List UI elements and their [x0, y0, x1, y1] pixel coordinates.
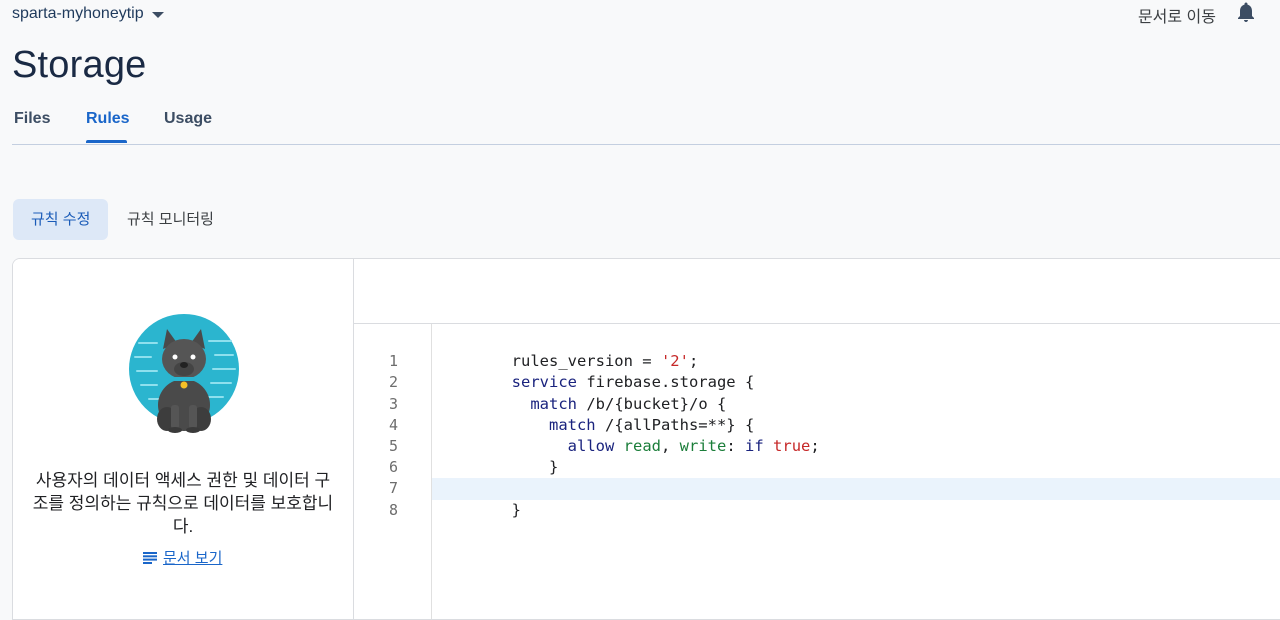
dog-mascot-illustration: [129, 314, 239, 433]
line-number: 1: [388, 352, 398, 371]
code-line: 5 allow read, write: if true;: [389, 415, 1280, 455]
code-line: 3 match /b/{bucket}/o {: [389, 372, 1280, 413]
code-line-current: 8}: [389, 478, 1280, 519]
code-line: 1 rules_version = '2';: [389, 330, 1280, 370]
tab-bar: Files Rules Usage: [12, 100, 1280, 145]
editor-toolbar: [354, 259, 1280, 324]
code-line: 2 service firebase.storage {: [389, 351, 1280, 391]
line-number: 5: [388, 436, 398, 455]
code-area[interactable]: 1 rules_version = '2'; 2 service firebase.…: [389, 330, 1280, 519]
tab-files[interactable]: Files: [14, 110, 50, 128]
page-title: Storage: [12, 44, 147, 86]
rules-code-editor[interactable]: 1 rules_version = '2'; 2 service firebase.…: [354, 324, 1280, 619]
project-selector[interactable]: sparta-myhoneytip: [12, 4, 164, 24]
line-number: 8: [388, 500, 398, 519]
rules-description: 사용자의 데이터 액세스 권한 및 데이터 구조를 정의하는 규칙으로 데이터를…: [32, 471, 334, 536]
docs-link[interactable]: 문서로 이동: [1138, 3, 1216, 27]
code-line: 7 }: [389, 457, 1280, 497]
active-tab-indicator: [86, 140, 127, 143]
tab-usage[interactable]: Usage: [164, 110, 212, 128]
code-line: 4 match /{allPaths=**} {: [389, 394, 1280, 434]
line-number: 6: [388, 458, 398, 477]
line-number: 3: [388, 394, 398, 413]
list-icon: [143, 551, 157, 564]
line-number: 4: [388, 415, 398, 434]
view-docs-label: 문서 보기: [163, 550, 223, 567]
bell-icon[interactable]: [1234, 0, 1258, 24]
rules-panel: 사용자의 데이터 액세스 권한 및 데이터 구조를 정의하는 규칙으로 데이터를…: [12, 258, 1280, 620]
line-number: 2: [388, 373, 398, 392]
edit-rules-tab[interactable]: 규칙 수정: [13, 199, 109, 240]
chevron-down-icon: [151, 12, 164, 18]
tab-rules[interactable]: Rules: [86, 110, 130, 128]
rules-monitoring-tab[interactable]: 규칙 모니터링: [109, 199, 232, 240]
view-docs-link[interactable]: 문서 보기: [143, 547, 222, 568]
info-pane: 사용자의 데이터 액세스 권한 및 데이터 구조를 정의하는 규칙으로 데이터를…: [13, 259, 354, 619]
code-line: 6 }: [389, 436, 1280, 476]
line-number: 7: [388, 479, 398, 498]
project-name: sparta-myhoneytip: [12, 5, 144, 22]
